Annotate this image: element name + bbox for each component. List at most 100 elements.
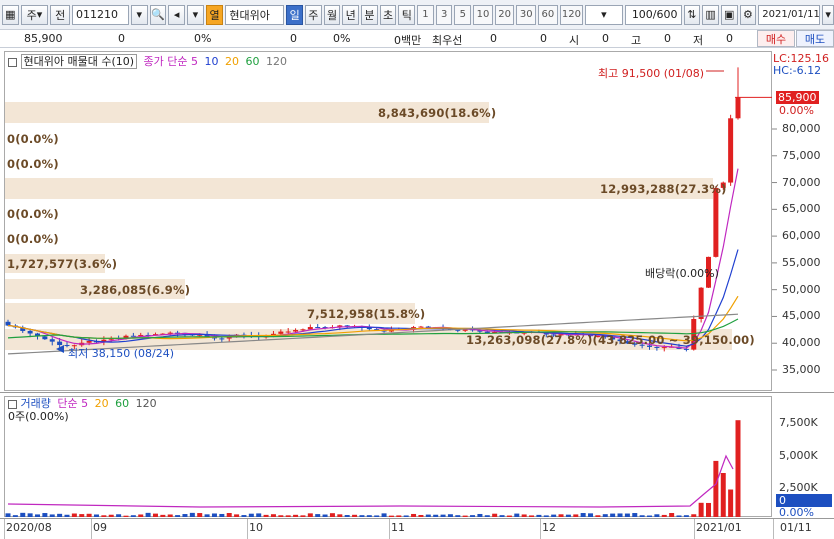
price-legend[interactable]: 현대위아 매물대 수(10) 종가 단순 5 10 20 60 120 [8,53,287,69]
volume-bar [293,514,299,517]
high-label: 고 [631,34,642,47]
volume-bar [116,514,122,517]
volume-bar [315,514,321,517]
interval-20-button[interactable]: 20 [494,4,515,25]
candle-body [49,339,55,342]
legend-ma-label: 종가 단순 [143,55,188,68]
period-year-button[interactable]: 년 [342,4,360,25]
dropdown-icon[interactable]: ▾ [130,4,148,25]
vol-y-tick: 5,000K [779,449,818,462]
interval-1-button[interactable]: 1 [417,4,434,25]
candle-body [418,326,424,328]
interval-3-button[interactable]: 3 [435,4,453,25]
volume-bar [175,515,181,517]
search-icon[interactable]: 🔍 [149,4,167,25]
split-icon[interactable]: ▥ [702,4,719,25]
volume-bar [263,514,269,517]
market-select[interactable]: 주 ▾ [20,4,49,25]
band-label: 7,512,958(15.8%) [307,307,426,321]
period-month-button[interactable]: 월 [323,4,341,25]
volume-pct: 0% [333,32,351,45]
price-chart-pane[interactable]: 8,843,690(18.6%) 0(0.0%) 0(0.0%) 12,993,… [0,49,834,393]
interval-120-button[interactable]: 120 [559,4,584,25]
custom-interval-select[interactable]: ▾ [585,4,623,25]
volume-bar [624,513,630,517]
calendar-dropdown-icon[interactable]: ▾ [822,4,834,25]
volume-bar [735,420,741,517]
volume-bar [683,515,689,517]
period-second-button[interactable]: 초 [379,4,397,25]
volume-bar [49,514,55,517]
volume-bar [558,514,564,517]
volume-bar [617,513,623,517]
speaker-icon[interactable]: ◂ [168,4,186,25]
volume-bar [506,515,512,517]
x-divider [91,519,92,539]
volume-bar [241,515,247,517]
band-label: 0(0.0%) [7,132,59,146]
quote-info-bar: 85,900 0 0% 0 0% 0백만 최우선 0 0 시 0 고 0 저 0… [0,30,834,48]
band-label: 12,993,288(27.3%) [600,182,727,196]
volume-bar [580,513,586,517]
x-axis: 2020/08 09 10 11 12 2021/01 01/11 [0,519,834,539]
legend-checkbox[interactable] [8,57,17,67]
volume-bar [521,514,527,517]
candle-body [42,336,48,340]
candle-body [713,187,719,257]
menu-icon[interactable]: ▦ [2,4,19,25]
price-y-tick: 80,000 [782,122,821,135]
priority-value-2: 0 [540,32,547,45]
highlight-button[interactable]: 열 [205,4,224,25]
chart-type-icon[interactable]: ⇅ [683,4,701,25]
priority-label: 최우선 [432,34,463,47]
interval-10-button[interactable]: 10 [473,4,493,25]
band-label: 3,286,085(6.9%) [80,283,191,297]
volume-bar [728,489,734,517]
volume-bar [706,502,712,517]
period-tick-button[interactable]: 틱 [398,4,416,25]
vol-y-tick: 2,500K [779,481,818,494]
volume-bar [647,515,653,517]
volume-chart-pane[interactable]: 거래량 단순 5 20 60 120 0주(0.00%) 7,500K 5,00… [0,394,834,519]
code-input[interactable]: 011210 [72,4,129,25]
period-day-button[interactable]: 일 [286,4,303,25]
chevron-down-icon[interactable]: ▾ [187,4,204,25]
volume-bar [20,512,26,517]
volume-current-pct: 0.00% [779,506,814,519]
toolbar: ▦ 주 ▾ 전 011210 ▾ 🔍 ◂ ▾ 열 현대위아 일 주 월 년 분 초… [0,0,834,30]
volume-bar [713,460,719,517]
date-field[interactable]: 2021/01/11 [758,4,821,25]
settings-icon[interactable]: ⚙ [739,4,757,25]
interval-5-button[interactable]: 5 [454,4,472,25]
volume-bar [27,513,33,517]
volume-bar [676,515,682,517]
volume-bar [447,514,453,517]
buy-button[interactable]: 매수 [757,30,795,47]
x-divider [389,519,390,539]
volume-bar [130,515,136,517]
legend-ma20: 20 [225,55,240,68]
band-label: 1,727,577(3.6%) [7,257,118,271]
save-icon[interactable]: ▣ [720,4,738,25]
x-divider [540,519,541,539]
volume-bar [492,513,498,517]
sell-button[interactable]: 매도 [796,30,834,47]
period-minute-button[interactable]: 분 [361,4,378,25]
volume-bar [514,513,520,517]
dividend-annotation: 배당락(0.00%) [645,267,719,280]
volume-bar [34,514,40,517]
interval-30-button[interactable]: 30 [516,4,537,25]
change-value: 0 [118,32,125,45]
candle-body [130,335,136,337]
prev-button[interactable]: 전 [50,4,71,25]
period-week-button[interactable]: 주 [304,4,322,25]
volume-bar [270,514,276,517]
candle-body [27,330,33,334]
volume-bar [602,514,608,517]
volume-bar [211,513,217,517]
interval-60-button[interactable]: 60 [538,4,558,25]
count-field[interactable]: 100/600 [624,4,682,25]
volume-bar [285,515,291,517]
market-label: 주 [26,8,37,22]
price-y-tick: 50,000 [782,282,821,296]
